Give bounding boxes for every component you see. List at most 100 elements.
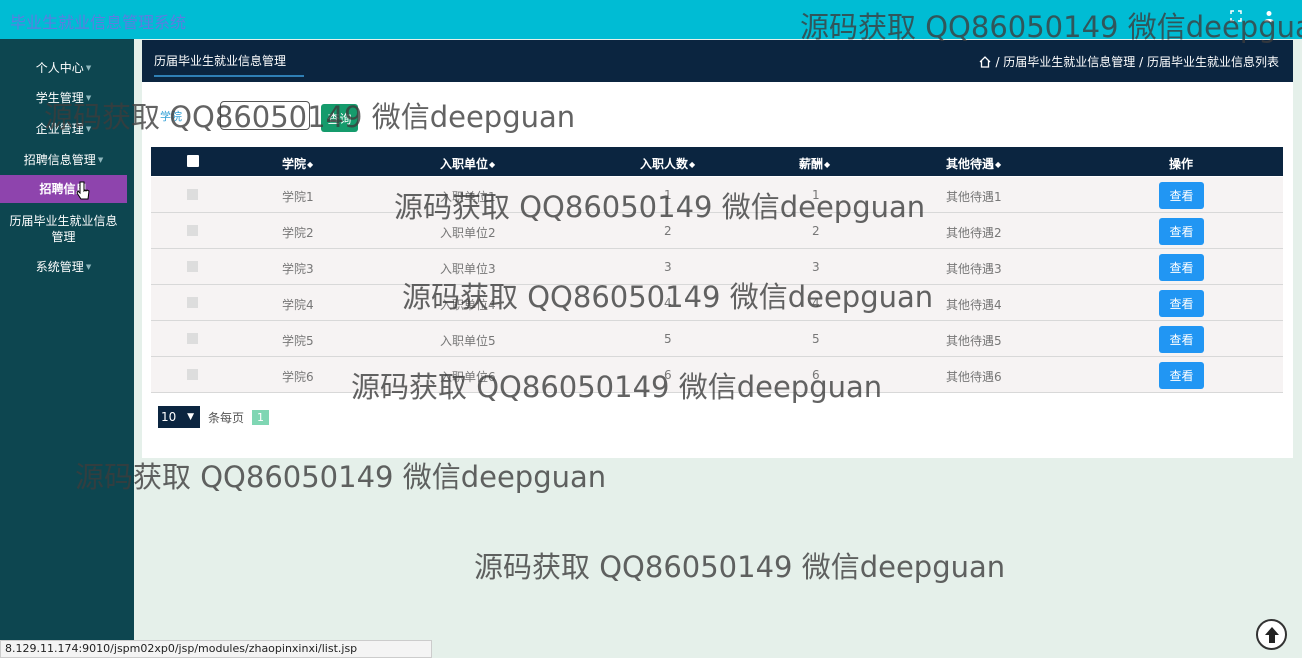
table-row: 学院3 入职单位3 3 3 其他待遇3 查看 [151,249,1283,285]
cell-salary: 3 [812,260,820,274]
college-search-input[interactable] [220,101,310,130]
cell-college: 学院1 [282,190,314,204]
chevron-down-icon: ▼ [97,156,104,164]
view-button[interactable]: 查看 [1159,218,1204,245]
view-button[interactable]: 查看 [1159,290,1204,317]
column-header-count[interactable]: 入职人数◆ [640,155,695,172]
cell-count: 5 [664,332,672,346]
view-button[interactable]: 查看 [1159,362,1204,389]
select-all-checkbox[interactable] [187,155,199,167]
cell-employer: 入职单位1 [440,190,496,204]
top-bar: 毕业生就业信息管理系统 [0,0,1302,39]
table-row: 学院5 入职单位5 5 5 其他待遇5 查看 [151,321,1283,357]
breadcrumb: / 历届毕业生就业信息管理 / 历届毕业生就业信息列表 [979,53,1279,70]
page-number-button[interactable]: 1 [252,409,270,425]
row-checkbox[interactable] [187,333,198,344]
sidebar-item-label: 历届毕业生就业信息管理 [9,214,118,244]
row-checkbox[interactable] [187,225,198,236]
cell-benefits: 其他待遇4 [946,298,1002,312]
cell-count: 3 [664,260,672,274]
view-button[interactable]: 查看 [1159,254,1204,281]
row-checkbox[interactable] [187,189,198,200]
user-icon[interactable] [1264,10,1274,26]
sidebar-item-label: 系统管理 [35,260,84,274]
cell-college: 学院2 [282,226,314,240]
cell-salary: 2 [812,224,820,238]
column-header-salary[interactable]: 薪酬◆ [799,155,830,172]
back-to-top-icon [1264,626,1279,643]
cursor-icon [76,181,90,200]
sidebar-item-label: 个人中心 [35,61,84,75]
cell-employer: 入职单位4 [440,298,496,312]
table-row: 学院2 入职单位2 2 2 其他待遇2 查看 [151,213,1283,249]
per-page-label: 条每页 [208,410,245,425]
cell-benefits: 其他待遇3 [946,262,1002,276]
content-header: 历届毕业生就业信息管理 / 历届毕业生就业信息管理 / 历届毕业生就业信息列表 [142,40,1293,82]
column-header-actions: 操作 [1169,157,1194,171]
cell-employer: 入职单位6 [440,370,496,384]
cell-employer: 入职单位5 [440,334,496,348]
column-header-benefits[interactable]: 其他待遇◆ [946,155,1001,172]
sidebar-item-system-management[interactable]: 系统管理 ▼ [0,259,127,275]
cell-salary: 1 [812,188,820,202]
back-to-top-button[interactable] [1256,619,1287,650]
search-button[interactable]: 查询 [321,104,358,132]
chevron-down-icon: ▼ [85,125,92,133]
status-bar-url: 8.129.11.174:9010/jspm02xp0/jsp/modules/… [0,640,432,658]
sidebar-item-graduate-employment[interactable]: 历届毕业生就业信息管理 [0,213,127,245]
table-row: 学院6 入职单位6 6 6 其他待遇6 查看 [151,357,1283,393]
chevron-down-icon: ▼ [85,94,92,102]
sidebar-item-student-management[interactable]: 学生管理 ▼ [0,90,127,106]
cell-college: 学院3 [282,262,314,276]
page-size-select[interactable]: 10 ▼ [158,406,200,428]
sidebar-item-recruitment-info[interactable]: 招聘信息 [0,175,127,203]
cell-salary: 6 [812,368,820,382]
table-row: 学院1 入职单位1 1 1 其他待遇1 查看 [151,177,1283,213]
sidebar-item-label: 招聘信息管理 [23,153,96,167]
cell-count: 4 [664,296,672,310]
sidebar-item-company-management[interactable]: 企业管理 ▼ [0,121,127,137]
cell-college: 学院6 [282,370,314,384]
cell-employer: 入职单位2 [440,226,496,240]
sidebar-item-personal-center[interactable]: 个人中心 ▼ [0,60,127,76]
cell-salary: 4 [812,296,820,310]
sidebar-item-label: 企业管理 [35,122,84,136]
column-header-college[interactable]: 学院◆ [282,155,313,172]
row-checkbox[interactable] [187,297,198,308]
row-checkbox[interactable] [187,261,198,272]
fullscreen-icon[interactable] [1230,10,1242,26]
row-checkbox[interactable] [187,369,198,380]
table-row: 学院4 入职单位4 4 4 其他待遇4 查看 [151,285,1283,321]
sort-icon: ◆ [689,160,696,169]
pagination: 10 ▼ 条每页 1 [158,406,270,428]
sort-icon: ◆ [995,160,1002,169]
view-button[interactable]: 查看 [1159,182,1204,209]
cell-college: 学院5 [282,334,314,348]
top-icons [1230,10,1274,26]
search-label: 学院 [160,110,182,123]
sort-icon: ◆ [307,160,314,169]
sidebar-item-recruitment-management[interactable]: 招聘信息管理 ▼ [0,152,127,168]
cell-benefits: 其他待遇1 [946,190,1002,204]
sidebar-item-label: 学生管理 [35,91,84,105]
chevron-down-icon: ▼ [85,263,92,271]
cell-benefits: 其他待遇6 [946,370,1002,384]
cell-college: 学院4 [282,298,314,312]
sort-icon: ◆ [489,160,496,169]
watermark: 源码获取 QQ86050149 微信deepguan [474,550,1006,584]
sort-icon: ◆ [824,160,831,169]
home-icon[interactable] [979,55,991,68]
app-title: 毕业生就业信息管理系统 [10,13,187,32]
page-title: 历届毕业生就业信息管理 [154,52,304,77]
column-header-employer[interactable]: 入职单位◆ [440,155,495,172]
cell-benefits: 其他待遇5 [946,334,1002,348]
chevron-down-icon: ▼ [85,64,92,72]
cell-salary: 5 [812,332,820,346]
cell-benefits: 其他待遇2 [946,226,1002,240]
table-header: 学院◆ 入职单位◆ 入职人数◆ 薪酬◆ 其他待遇◆ 操作 [151,147,1283,176]
breadcrumb-path[interactable]: / 历届毕业生就业信息管理 / 历届毕业生就业信息列表 [995,53,1279,70]
cell-employer: 入职单位3 [440,262,496,276]
cell-count: 2 [664,224,672,238]
view-button[interactable]: 查看 [1159,326,1204,353]
watermark: 源码获取 QQ86050149 微信deepguan [75,460,607,494]
